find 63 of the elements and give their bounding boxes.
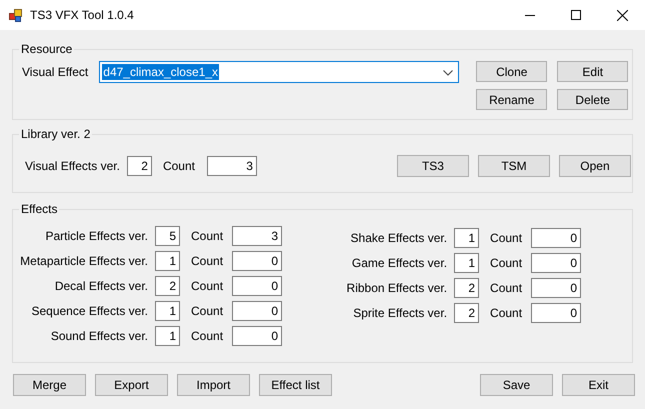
number-field[interactable]: 1 [155, 251, 180, 271]
field-label: Visual Effect [22, 65, 88, 79]
number-field[interactable]: 0 [232, 251, 282, 271]
number-field[interactable]: 0 [531, 253, 582, 273]
field-label: Decal Effects ver. [54, 279, 148, 293]
number-field[interactable]: 1 [454, 253, 480, 273]
field-label: Count [490, 256, 522, 270]
number-field[interactable]: 1 [155, 301, 180, 321]
field-label: Sequence Effects ver. [30, 304, 148, 318]
field-label: Ribbon Effects ver. [346, 281, 448, 295]
caret-icon [443, 70, 454, 76]
field-label: Sound Effects ver. [50, 329, 148, 343]
button[interactable]: Clone [476, 61, 548, 82]
button[interactable]: Effect list [259, 374, 332, 396]
number-field[interactable]: 3 [206, 156, 257, 176]
number-field[interactable]: 0 [531, 303, 582, 323]
visual-effect-combo[interactable]: d47_climax_close1_x [99, 61, 460, 83]
field-label: Visual Effects ver. [25, 159, 120, 173]
number-field[interactable]: 0 [232, 326, 282, 346]
field-label: Count [490, 231, 522, 245]
button[interactable]: Save [480, 374, 553, 396]
field-label: Count [191, 229, 224, 243]
button[interactable]: Edit [557, 61, 628, 82]
button[interactable]: Import [177, 374, 250, 396]
number-field[interactable]: 2 [454, 278, 480, 298]
number-field[interactable]: 0 [232, 276, 282, 296]
number-field[interactable]: 0 [531, 278, 582, 298]
field-label: Sprite Effects ver. [352, 306, 448, 320]
field-label: Metaparticle Effects ver. [19, 254, 148, 268]
number-field[interactable]: 2 [454, 303, 480, 323]
button[interactable]: Delete [557, 89, 628, 110]
field-label: Count [490, 306, 522, 320]
field-label: Count [191, 254, 224, 268]
field-label: Shake Effects ver. [350, 231, 448, 245]
number-field[interactable]: 1 [155, 326, 180, 346]
field-label: Count [191, 329, 224, 343]
app-icon [9, 8, 22, 22]
group-title: Effects [20, 202, 58, 216]
field-label: Count [191, 304, 224, 318]
field-label: Count [162, 159, 195, 173]
button[interactable]: Exit [562, 374, 635, 396]
number-field[interactable]: 5 [155, 226, 180, 246]
window-title: TS3 VFX Tool 1.0.4 [30, 8, 134, 22]
button[interactable]: Export [95, 374, 168, 396]
number-field[interactable]: 1 [454, 228, 480, 248]
number-field[interactable]: 2 [126, 156, 152, 176]
group-title: Resource [20, 42, 74, 56]
field-label: Count [191, 279, 224, 293]
close-icon[interactable] [616, 10, 628, 20]
group-title: Library ver. 2 [20, 127, 92, 141]
button[interactable]: Merge [13, 374, 86, 396]
button[interactable]: Rename [476, 89, 548, 110]
field-label: Count [490, 281, 522, 295]
field-label: Particle Effects ver. [44, 229, 148, 243]
field-label: Game Effects ver. [350, 256, 448, 270]
number-field[interactable]: 3 [232, 226, 282, 246]
number-field[interactable]: 0 [232, 301, 282, 321]
button[interactable]: Open [558, 155, 631, 177]
button[interactable]: TS3 [396, 155, 469, 177]
number-field[interactable]: 0 [531, 228, 582, 248]
number-field[interactable]: 2 [155, 276, 180, 296]
maximize-icon[interactable] [571, 10, 581, 20]
button[interactable]: TSM [478, 155, 550, 177]
